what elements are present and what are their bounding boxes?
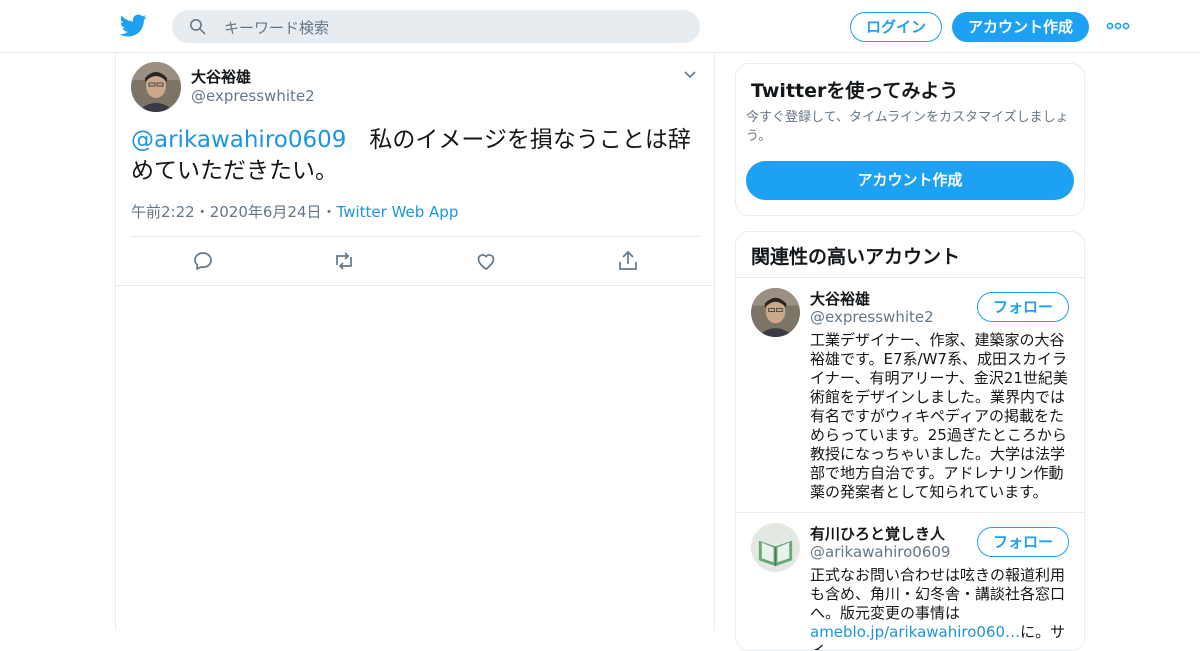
search-input[interactable] xyxy=(222,10,686,45)
meta-separator: ・ xyxy=(321,203,337,221)
account-bio: 正式なお問い合わせは呟きの報道利用も含め、角川・幻冬舎・講談社各窓口へ。版元変更… xyxy=(810,566,1072,650)
divider xyxy=(736,277,1084,278)
follow-button[interactable]: フォロー xyxy=(977,527,1069,557)
account-name[interactable]: 有川ひろと覚しき人 xyxy=(810,523,945,544)
search-box[interactable] xyxy=(172,10,700,45)
search-icon xyxy=(189,18,206,35)
tweet-mention-link[interactable]: @arikawahiro0609 xyxy=(131,127,346,153)
account-name[interactable]: 大谷裕雄 xyxy=(810,288,870,309)
follow-button[interactable]: フォロー xyxy=(977,292,1069,322)
account-avatar[interactable] xyxy=(751,523,800,572)
promo-title: Twitterを使ってみよう xyxy=(751,80,959,102)
related-accounts-title: 関連性の高いアカウント xyxy=(751,246,961,268)
promo-description: 今すぐ登録して、タイムラインをカスタマイズしましょう。 xyxy=(746,110,1069,144)
signup-button[interactable]: アカウント作成 xyxy=(952,12,1089,42)
tweet-column: 大谷裕雄 @expresswhite2 @arikawahiro0609 私のイ… xyxy=(115,53,715,630)
account-bio-text: 正式なお問い合わせは呟きの報道利用も含め、角川・幻冬舎・講談社各窓口へ。版元変更… xyxy=(810,566,1066,622)
twitter-bird-icon[interactable] xyxy=(120,12,147,39)
like-heart-icon[interactable] xyxy=(474,249,498,273)
account-handle[interactable]: @arikawahiro0609 xyxy=(810,543,950,561)
retweet-icon[interactable] xyxy=(332,249,356,273)
share-icon[interactable] xyxy=(616,249,640,273)
top-header: ログイン アカウント作成 xyxy=(0,0,1200,53)
tweet-actions xyxy=(116,237,714,286)
chevron-down-icon[interactable] xyxy=(683,67,697,81)
account-handle[interactable]: @expresswhite2 xyxy=(810,308,934,326)
tweet-author-avatar[interactable] xyxy=(131,62,181,112)
meta-separator: ・ xyxy=(194,203,210,221)
tweet-time[interactable]: 午前2:22 xyxy=(131,203,195,221)
account-avatar[interactable] xyxy=(751,288,800,337)
account-bio: 工業デザイナー、作家、建築家の大谷裕雄です。E7系/W7系、成田スカイライナー、… xyxy=(810,331,1068,501)
account-bio-link[interactable]: ameblo.jp/arikawahiro060… xyxy=(810,623,1020,641)
more-options-icon[interactable] xyxy=(1106,18,1130,34)
tweet-author-handle[interactable]: @expresswhite2 xyxy=(191,87,315,105)
tweet-date[interactable]: 2020年6月24日 xyxy=(210,203,322,221)
related-accounts-card: 関連性の高いアカウント 大谷裕雄 @expresswhite2 フォロー 工業デ… xyxy=(735,231,1085,651)
promo-signup-button[interactable]: アカウント作成 xyxy=(746,161,1074,200)
tweet-author-name[interactable]: 大谷裕雄 xyxy=(191,66,251,87)
divider xyxy=(736,512,1084,513)
login-button[interactable]: ログイン xyxy=(850,12,942,42)
tweet-source-link[interactable]: Twitter Web App xyxy=(337,203,459,221)
signup-promo-card: Twitterを使ってみよう 今すぐ登録して、タイムラインをカスタマイズしましょ… xyxy=(735,63,1085,216)
tweet-meta: 午前2:22・2020年6月24日・Twitter Web App xyxy=(131,201,458,222)
tweet-text: @arikawahiro0609 私のイメージを損なうことは辞めていただきたい。 xyxy=(131,125,691,187)
reply-icon[interactable] xyxy=(191,249,215,273)
